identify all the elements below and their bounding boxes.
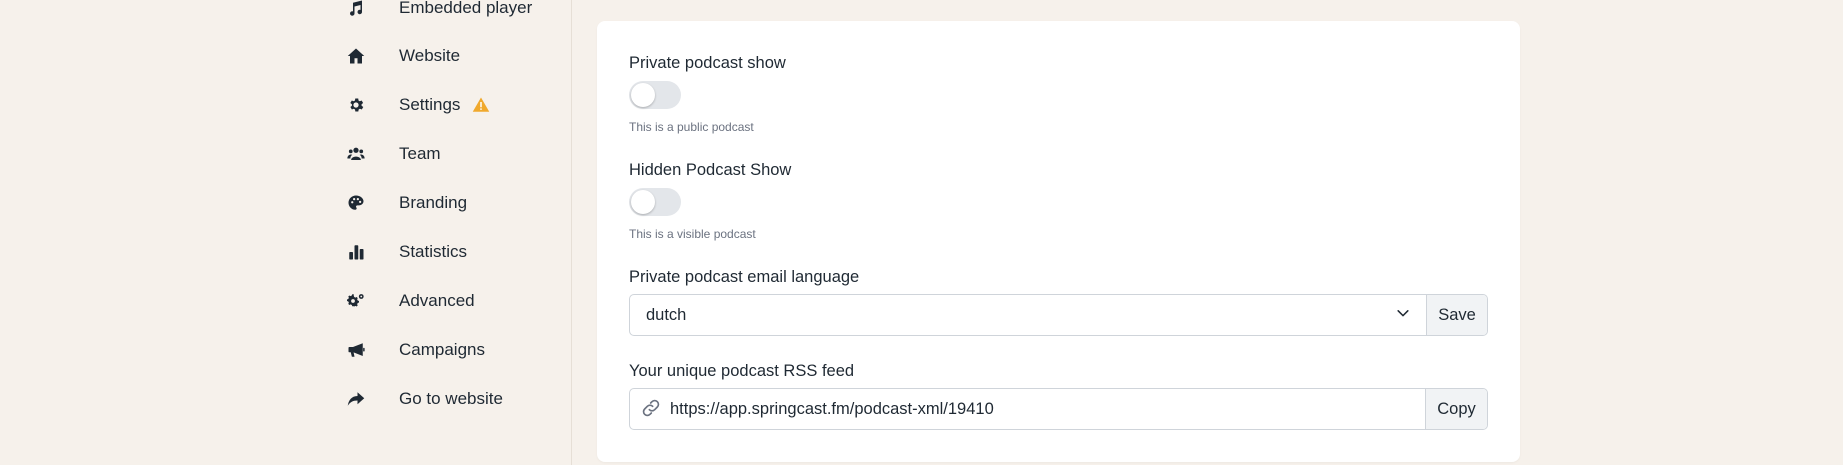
hidden-show-help: This is a visible podcast: [629, 227, 756, 241]
sidebar-item-label: Settings: [399, 95, 461, 114]
sidebar-item-label: Branding: [399, 193, 468, 212]
save-button[interactable]: Save: [1426, 295, 1487, 335]
sidebar-item-label: Advanced: [399, 291, 475, 310]
warning-icon: [472, 96, 490, 114]
gear-icon: [346, 95, 366, 115]
sidebar-item-label: Website: [399, 46, 461, 65]
sidebar-item-team[interactable]: Team: [346, 137, 441, 171]
settings-card: Private podcast show This is a public po…: [597, 21, 1520, 462]
sidebar-item-label: Campaigns: [399, 340, 485, 359]
music-note-icon: [346, 0, 366, 18]
share-arrow-icon: [346, 389, 366, 409]
email-language-value: dutch: [646, 305, 687, 324]
link-icon: [641, 398, 663, 420]
rss-feed-label: Your unique podcast RSS feed: [629, 362, 855, 380]
toggle-knob: [631, 83, 655, 107]
hidden-show-label: Hidden Podcast Show: [629, 161, 792, 179]
sidebar-item-label: Statistics: [399, 242, 468, 261]
chevron-down-icon: [1396, 306, 1410, 325]
sidebar-item-branding[interactable]: Branding: [346, 186, 467, 220]
rss-feed-input[interactable]: https://app.springcast.fm/podcast-xml/19…: [630, 389, 1425, 429]
sidebar-item-go-to-website[interactable]: Go to website: [346, 382, 503, 416]
email-language-group: dutch Save: [629, 294, 1488, 336]
rss-feed-value: https://app.springcast.fm/podcast-xml/19…: [670, 399, 994, 418]
private-show-help: This is a public podcast: [629, 120, 754, 134]
gears-icon: [346, 291, 366, 311]
sidebar-item-advanced[interactable]: Advanced: [346, 284, 475, 318]
sidebar-item-campaigns[interactable]: Campaigns: [346, 333, 485, 367]
hidden-show-toggle[interactable]: [629, 188, 681, 216]
private-show-toggle[interactable]: [629, 81, 681, 109]
sidebar-item-label: Go to website: [399, 389, 503, 408]
sidebar-item-website[interactable]: Website: [346, 39, 460, 73]
rss-feed-group: https://app.springcast.fm/podcast-xml/19…: [629, 388, 1488, 430]
megaphone-icon: [346, 340, 366, 360]
users-icon: [346, 144, 366, 164]
home-icon: [346, 46, 366, 66]
copy-button[interactable]: Copy: [1425, 389, 1487, 429]
sidebar-item-embedded-player[interactable]: Embedded player: [346, 0, 532, 25]
email-language-select[interactable]: dutch: [630, 295, 1426, 335]
bar-chart-icon: [346, 242, 366, 262]
email-language-label: Private podcast email language: [629, 268, 860, 286]
toggle-knob: [631, 190, 655, 214]
palette-icon: [346, 193, 366, 213]
sidebar: Embedded player Website Settings Team Br…: [0, 0, 572, 465]
sidebar-item-statistics[interactable]: Statistics: [346, 235, 467, 269]
private-show-label: Private podcast show: [629, 54, 786, 72]
sidebar-item-label: Embedded player: [399, 0, 533, 17]
sidebar-item-label: Team: [399, 144, 441, 163]
sidebar-item-settings[interactable]: Settings: [346, 88, 490, 122]
